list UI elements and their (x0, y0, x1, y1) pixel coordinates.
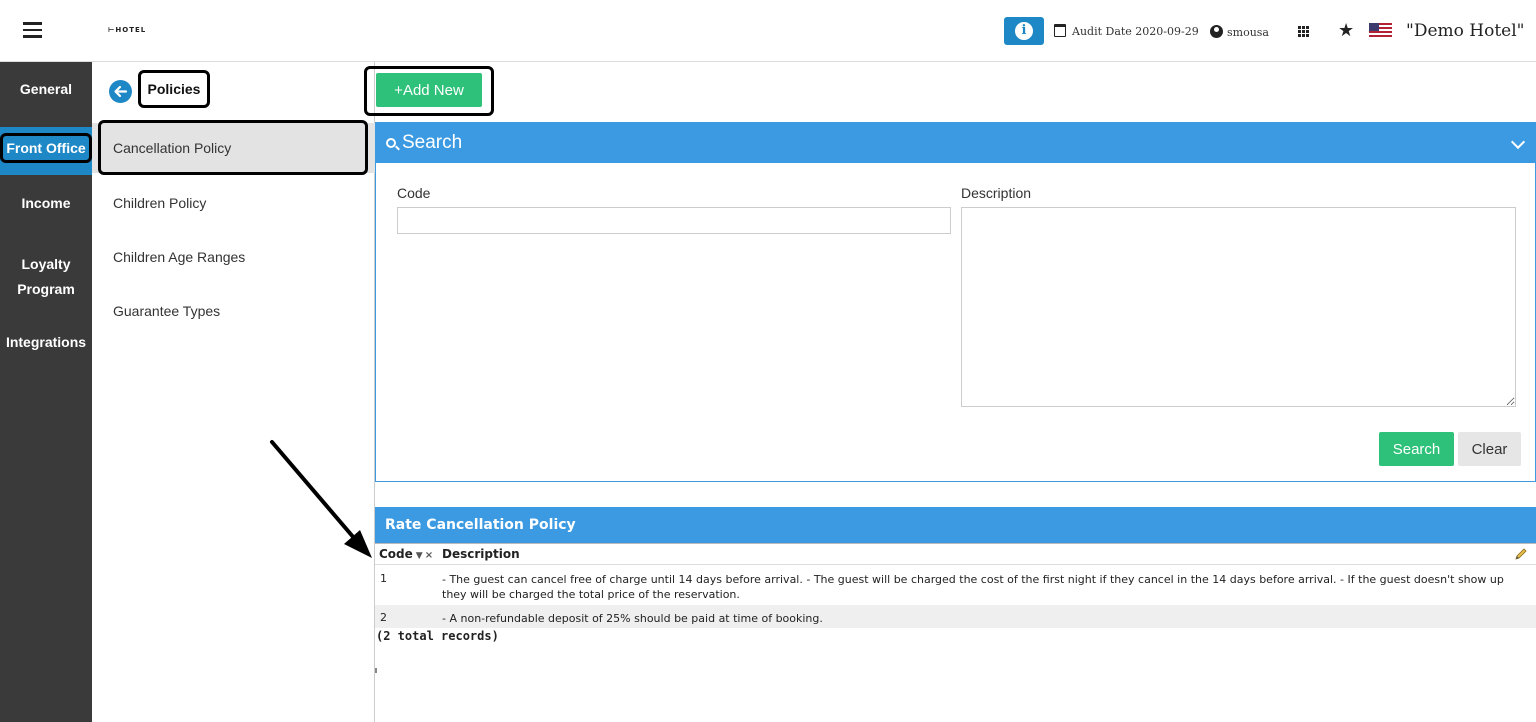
info-icon: i (1015, 22, 1033, 40)
nav-item-program-label: Program (17, 281, 75, 297)
left-nav: General Front Office Income Loyalty Prog… (0, 62, 92, 722)
hamburger-menu-icon[interactable] (23, 22, 42, 38)
table-header: Code ▼ × Description (375, 543, 1536, 565)
username: smousa (1227, 26, 1269, 39)
user-circle-icon (1210, 25, 1223, 38)
subnav-item-children-age-ranges[interactable]: Children Age Ranges (92, 249, 375, 265)
sub-nav: Policies Cancellation Policy Children Po… (92, 62, 375, 722)
audit-date-text: Audit Date 2020-09-29 (1072, 25, 1199, 38)
nav-item-loyalty-label: Loyalty (21, 256, 71, 272)
column-code-label: Code (379, 547, 413, 561)
cell-code: 2 (380, 611, 387, 624)
description-textarea[interactable] (961, 207, 1516, 407)
subnav-item-children-policy[interactable]: Children Policy (92, 195, 375, 211)
audit-date: Audit Date 2020-09-29 (1054, 24, 1199, 38)
code-input[interactable] (397, 207, 951, 234)
nav-item-general[interactable]: General (0, 81, 92, 97)
search-panel-header[interactable]: Search (376, 123, 1535, 163)
table-row[interactable]: 2 - A non-refundable deposit of 25% shou… (375, 605, 1536, 628)
table-row[interactable]: 1 - The guest can cancel free of charge … (375, 566, 1536, 605)
subnav-title: Policies (138, 70, 210, 108)
apps-grid-icon[interactable] (1298, 26, 1309, 37)
search-icon (386, 138, 396, 148)
star-icon[interactable]: ★ (1338, 20, 1354, 41)
resize-tick (375, 668, 377, 673)
nav-item-income[interactable]: Income (0, 195, 92, 211)
subnav-item-guarantee-types[interactable]: Guarantee Types (92, 303, 375, 319)
nav-item-loyalty-program[interactable]: Loyalty Program (0, 252, 92, 302)
search-title: Search (402, 132, 463, 153)
top-bar: ⊢HOTEL i Audit Date 2020-09-29 smousa ★ … (0, 0, 1536, 62)
pencil-icon[interactable] (1514, 547, 1528, 561)
description-label: Description (961, 185, 1032, 201)
us-flag-icon[interactable] (1369, 23, 1392, 39)
total-records: (2 total records) (376, 629, 499, 643)
nav-item-integrations[interactable]: Integrations (0, 334, 92, 350)
chevron-down-icon[interactable] (1510, 134, 1526, 150)
sort-desc-icon[interactable]: ▼ (416, 551, 423, 561)
add-new-button[interactable]: +Add New (376, 73, 482, 107)
clear-button[interactable]: Clear (1458, 432, 1521, 466)
column-header-description[interactable]: Description (442, 547, 520, 561)
subnav-item-cancellation-policy[interactable]: Cancellation Policy (92, 123, 375, 173)
calendar-icon (1054, 24, 1066, 37)
cell-description: - A non-refundable deposit of 25% should… (442, 612, 823, 625)
code-label: Code (397, 185, 431, 201)
nav-item-front-office-label: Front Office (0, 133, 92, 163)
nav-item-front-office[interactable]: Front Office (0, 127, 92, 175)
arrow-left-icon (114, 85, 128, 98)
user-menu[interactable]: smousa (1210, 25, 1269, 39)
add-new-label: Add New (402, 81, 464, 99)
clear-sort-icon[interactable]: × (425, 550, 433, 561)
cell-code: 1 (380, 572, 387, 585)
search-button[interactable]: Search (1379, 432, 1454, 466)
hotel-name[interactable]: "Demo Hotel" (1406, 21, 1524, 41)
info-button[interactable]: i (1004, 17, 1044, 45)
back-button[interactable] (109, 80, 132, 103)
search-panel: Search Code Description Search Clear (375, 122, 1536, 482)
grid-title: Rate Cancellation Policy (375, 507, 1536, 543)
hotel-logo[interactable]: ⊢HOTEL (108, 26, 146, 34)
column-header-code[interactable]: Code ▼ × (379, 547, 433, 561)
cell-description: - The guest can cancel free of charge un… (442, 573, 1504, 601)
